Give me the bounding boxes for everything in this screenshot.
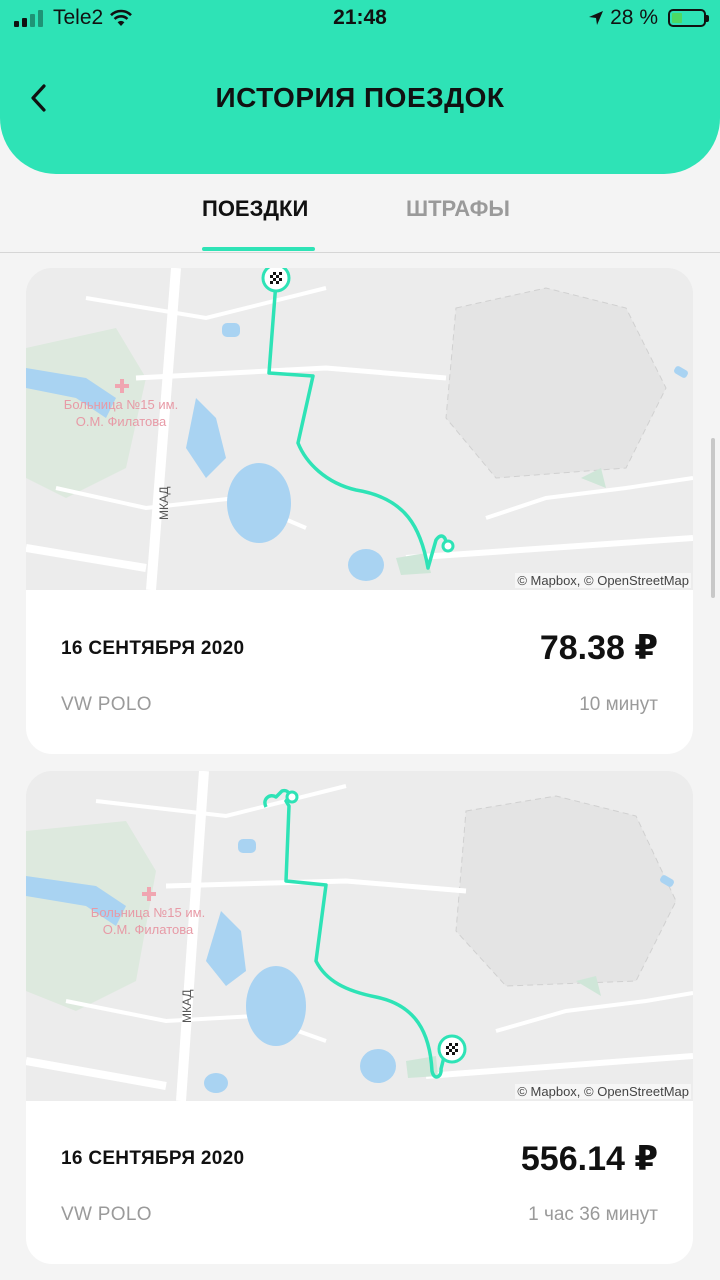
map-poi-label-line2: О.М. Филатова xyxy=(103,922,194,937)
trip-map: Больница №15 им. О.М. Филатова МКАД © Ma… xyxy=(26,268,693,590)
map-attribution[interactable]: © Mapbox, © OpenStreetMap xyxy=(515,1084,691,1099)
trip-date: 16 СЕНТЯБРЯ 2020 xyxy=(61,638,245,659)
map-attribution[interactable]: © Mapbox, © OpenStreetMap xyxy=(515,573,691,588)
trip-car: VW POLO xyxy=(61,694,152,715)
header: Tele2 21:48 28 % ИСТОРИЯ ПОЕЗДОК xyxy=(0,0,720,174)
checkered-flag-icon xyxy=(261,268,291,293)
trip-price: 78.38 ₽ xyxy=(539,629,658,667)
trip-card[interactable]: Больница №15 им. О.М. Филатова МКАД © Ma… xyxy=(26,771,693,1264)
trip-map: Больница №15 им. О.М. Филатова МКАД © Ma… xyxy=(26,771,693,1101)
location-arrow-icon xyxy=(589,11,604,25)
map-road-label: МКАД xyxy=(180,989,194,1023)
map-poi-label-line1: Больница №15 им. xyxy=(91,905,205,920)
trip-card[interactable]: Больница №15 им. О.М. Филатова МКАД © Ma… xyxy=(26,268,693,754)
trip-car: VW POLO xyxy=(61,1204,152,1225)
tab-fines[interactable]: ШТРАФЫ xyxy=(406,196,510,222)
route-start-marker xyxy=(285,790,299,804)
active-tab-indicator xyxy=(202,247,315,251)
route-end-marker xyxy=(441,539,455,553)
battery-icon xyxy=(668,9,709,27)
map-poi-label-line2: О.М. Филатова xyxy=(76,414,167,429)
trip-price: 556.14 ₽ xyxy=(520,1140,658,1178)
trip-date: 16 СЕНТЯБРЯ 2020 xyxy=(61,1148,245,1169)
battery-percent: 28 % xyxy=(610,6,658,29)
checkered-flag-icon xyxy=(437,1034,467,1064)
tab-bar: ПОЕЗДКИ ШТРАФЫ xyxy=(0,174,720,253)
map-poi-label-line1: Больница №15 им. xyxy=(64,397,178,412)
map-road-label: МКАД xyxy=(157,486,171,520)
scrollbar[interactable] xyxy=(711,438,715,598)
tab-trips[interactable]: ПОЕЗДКИ xyxy=(202,196,308,222)
status-bar: Tele2 21:48 28 % xyxy=(0,0,720,36)
page-title: ИСТОРИЯ ПОЕЗДОК xyxy=(215,82,505,113)
trip-duration: 10 минут xyxy=(579,694,658,715)
trip-duration: 1 час 36 минут xyxy=(528,1204,658,1225)
